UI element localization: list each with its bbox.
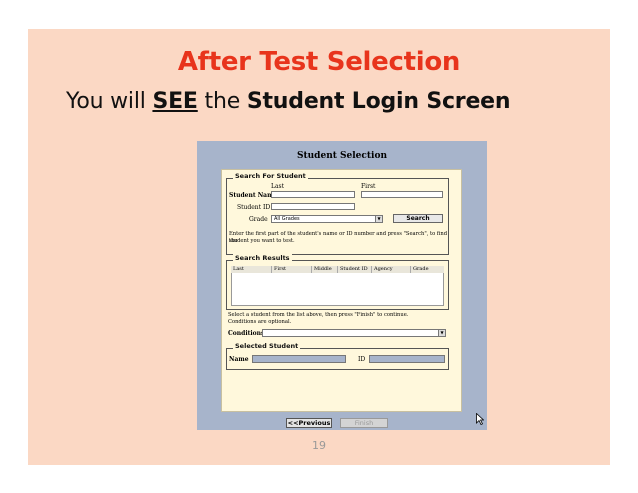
search-legend: Search For Student: [233, 172, 308, 180]
results-list[interactable]: [231, 273, 444, 306]
student-id-label: Student ID: [237, 204, 271, 211]
finish-button[interactable]: Finish: [340, 418, 388, 428]
search-button[interactable]: Search: [393, 214, 443, 223]
selected-id-label: ID: [358, 356, 366, 363]
selected-legend: Selected Student: [233, 342, 301, 350]
slide-title: After Test Selection: [177, 47, 461, 77]
results-fieldset: Search Results Last First Middle Student…: [226, 254, 449, 310]
previous-button[interactable]: <<Previous: [286, 418, 332, 428]
subtitle-see: SEE: [152, 89, 198, 114]
subtitle-prefix: You will: [66, 89, 153, 114]
col-last[interactable]: Last: [231, 266, 272, 273]
selected-fieldset: Selected Student Name ID: [226, 342, 449, 370]
col-middle[interactable]: Middle: [312, 266, 338, 273]
chevron-down-icon: ▼: [438, 330, 445, 336]
last-label: Last: [271, 183, 285, 190]
student-name-label: Student Name: [229, 192, 278, 199]
grade-select[interactable]: All Grades ▼: [271, 215, 383, 223]
first-label: First: [361, 183, 376, 190]
selected-name-label: Name: [229, 356, 249, 363]
grade-label: Grade: [249, 216, 268, 223]
grade-value: All Grades: [274, 216, 300, 222]
selected-name-field: [252, 355, 346, 363]
search-help-line2: student you want to test.: [229, 237, 295, 244]
app-screenshot: Student Selection Search For Student Las…: [197, 141, 487, 430]
last-name-input[interactable]: [271, 191, 355, 198]
results-help-line2: Conditions are optional.: [228, 318, 292, 325]
selection-panel: Search For Student Last First Student Na…: [221, 169, 462, 412]
subtitle-middle: the: [197, 89, 247, 114]
subtitle-bold: Student Login Screen: [246, 89, 511, 114]
page-number: 19: [312, 439, 326, 452]
col-student-id[interactable]: Student ID: [338, 266, 372, 273]
conditions-select[interactable]: ▼: [262, 329, 446, 337]
app-title: Student Selection: [296, 151, 388, 161]
mouse-cursor-icon: [476, 413, 484, 425]
first-name-input[interactable]: [361, 191, 443, 198]
selected-id-field: [369, 355, 445, 363]
search-fieldset: Search For Student Last First Student Na…: [226, 172, 449, 255]
conditions-label: Conditions: [228, 330, 265, 337]
col-first[interactable]: First: [272, 266, 312, 273]
col-agency[interactable]: Agency: [372, 266, 411, 273]
slide-subtitle: You will SEE the Student Login Screen: [66, 89, 511, 114]
col-grade[interactable]: Grade: [411, 266, 444, 273]
results-legend: Search Results: [233, 254, 292, 262]
chevron-down-icon: ▼: [375, 216, 382, 222]
student-id-input[interactable]: [271, 203, 355, 210]
